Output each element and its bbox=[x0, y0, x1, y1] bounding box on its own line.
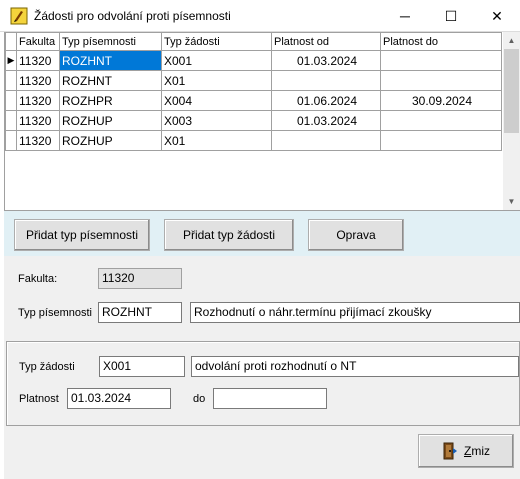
grid-table: Fakulta Typ písemnosti Typ žádosti Platn… bbox=[5, 32, 502, 151]
column-header-platnost-od[interactable]: Platnost od bbox=[271, 32, 381, 51]
current-row-indicator-icon: ▶ bbox=[5, 50, 17, 71]
cell-typ-zadosti[interactable]: X01 bbox=[161, 70, 272, 91]
cell-fakulta[interactable]: 11320 bbox=[16, 130, 60, 151]
title-bar: Žádosti pro odvolání proti písemnosti ─ … bbox=[0, 0, 520, 32]
vertical-scrollbar[interactable]: ▲ ▼ bbox=[503, 32, 520, 210]
data-grid[interactable]: Fakulta Typ písemnosti Typ žádosti Platn… bbox=[4, 32, 520, 210]
row-indicator bbox=[5, 130, 17, 151]
fakulta-field: 11320 bbox=[98, 268, 182, 289]
cell-typ-pisemnosti[interactable]: ROZHUP bbox=[59, 130, 162, 151]
cell-typ-zadosti[interactable]: X004 bbox=[161, 90, 272, 111]
scrollbar-thumb[interactable] bbox=[504, 49, 519, 133]
platnost-do-field[interactable] bbox=[213, 388, 327, 409]
typ-zadosti-label: Typ žádosti bbox=[19, 361, 75, 373]
do-label: do bbox=[193, 393, 206, 405]
cell-fakulta[interactable]: 11320 bbox=[16, 90, 60, 111]
button-strip: Přidat typ písemnosti Přidat typ žádosti… bbox=[4, 210, 520, 256]
cell-fakulta[interactable]: 11320 bbox=[16, 50, 60, 71]
cell-platnost-do[interactable] bbox=[380, 110, 502, 131]
add-request-type-button[interactable]: Přidat typ žádosti bbox=[164, 219, 294, 251]
minimize-button[interactable]: ─ bbox=[382, 0, 428, 32]
column-header-typ-zadosti[interactable]: Typ žádosti bbox=[161, 32, 272, 51]
cell-platnost-od[interactable] bbox=[271, 130, 381, 151]
cancel-button[interactable]: Zmiz bbox=[418, 434, 514, 468]
maximize-button[interactable]: ☐ bbox=[428, 0, 474, 32]
edit-button[interactable]: Oprava bbox=[308, 219, 404, 251]
cell-platnost-do[interactable] bbox=[380, 50, 502, 71]
cell-platnost-do[interactable] bbox=[380, 70, 502, 91]
cell-typ-zadosti[interactable]: X003 bbox=[161, 110, 272, 131]
row-indicator bbox=[5, 110, 17, 131]
typ-zadosti-code-field[interactable]: X001 bbox=[99, 356, 185, 377]
platnost-od-field[interactable]: 01.03.2024 bbox=[67, 388, 171, 409]
app-icon bbox=[10, 7, 28, 25]
grid-header-row: Fakulta Typ písemnosti Typ žádosti Platn… bbox=[5, 32, 502, 51]
door-exit-icon bbox=[443, 442, 457, 460]
typ-pisemnosti-description-field[interactable]: Rozhodnutí o náhr.termínu přijímací zkou… bbox=[190, 302, 520, 323]
cancel-label: Zmiz bbox=[463, 444, 490, 458]
minimize-icon: ─ bbox=[400, 8, 410, 24]
add-document-type-button[interactable]: Přidat typ písemnosti bbox=[14, 219, 150, 251]
cell-platnost-do[interactable] bbox=[380, 130, 502, 151]
cell-platnost-od[interactable]: 01.03.2024 bbox=[271, 50, 381, 71]
scroll-up-icon[interactable]: ▲ bbox=[503, 32, 520, 49]
scroll-down-icon[interactable]: ▼ bbox=[503, 193, 520, 210]
typ-pisemnosti-label: Typ písemnosti bbox=[18, 307, 92, 319]
column-header-typ-pisemnosti[interactable]: Typ písemnosti bbox=[59, 32, 162, 51]
cell-fakulta[interactable]: 11320 bbox=[16, 70, 60, 91]
table-row[interactable]: 11320 ROZHPR X004 01.06.2024 30.09.2024 bbox=[5, 90, 502, 111]
detail-panel: Fakulta: 11320 Typ písemnosti ROZHNT Roz… bbox=[4, 256, 520, 479]
request-type-group: Typ žádosti X001 odvolání proti rozhodnu… bbox=[6, 341, 520, 426]
maximize-icon: ☐ bbox=[444, 7, 458, 24]
platnost-label: Platnost bbox=[19, 393, 59, 405]
cell-typ-zadosti[interactable]: X01 bbox=[161, 130, 272, 151]
typ-zadosti-description-field[interactable]: odvolání proti rozhodnutí o NT bbox=[191, 356, 519, 377]
cell-fakulta[interactable]: 11320 bbox=[16, 110, 60, 131]
cell-typ-pisemnosti[interactable]: ROZHPR bbox=[59, 90, 162, 111]
table-row[interactable]: 11320 ROZHUP X01 bbox=[5, 130, 502, 151]
cell-typ-zadosti[interactable]: X001 bbox=[161, 50, 272, 71]
cell-platnost-od[interactable] bbox=[271, 70, 381, 91]
row-indicator bbox=[5, 90, 17, 111]
fakulta-label: Fakulta: bbox=[18, 273, 58, 285]
row-indicator-header bbox=[5, 32, 17, 51]
column-header-fakulta[interactable]: Fakulta bbox=[16, 32, 60, 51]
row-indicator bbox=[5, 70, 17, 91]
cell-typ-pisemnosti[interactable]: ROZHUP bbox=[59, 110, 162, 131]
window-title: Žádosti pro odvolání proti písemnosti bbox=[34, 9, 231, 23]
table-row[interactable]: ▶ 11320 ROZHNT X001 01.03.2024 bbox=[5, 50, 502, 71]
cell-platnost-do[interactable]: 30.09.2024 bbox=[380, 90, 502, 111]
table-row[interactable]: 11320 ROZHUP X003 01.03.2024 bbox=[5, 110, 502, 131]
close-button[interactable]: ✕ bbox=[474, 0, 520, 32]
cell-typ-pisemnosti[interactable]: ROZHNT bbox=[59, 70, 162, 91]
cell-platnost-od[interactable]: 01.06.2024 bbox=[271, 90, 381, 111]
column-header-platnost-do[interactable]: Platnost do bbox=[380, 32, 502, 51]
typ-pisemnosti-code-field[interactable]: ROZHNT bbox=[98, 302, 182, 323]
cell-platnost-od[interactable]: 01.03.2024 bbox=[271, 110, 381, 131]
table-row[interactable]: 11320 ROZHNT X01 bbox=[5, 70, 502, 91]
cell-typ-pisemnosti[interactable]: ROZHNT bbox=[59, 50, 162, 71]
close-icon: ✕ bbox=[491, 7, 503, 24]
